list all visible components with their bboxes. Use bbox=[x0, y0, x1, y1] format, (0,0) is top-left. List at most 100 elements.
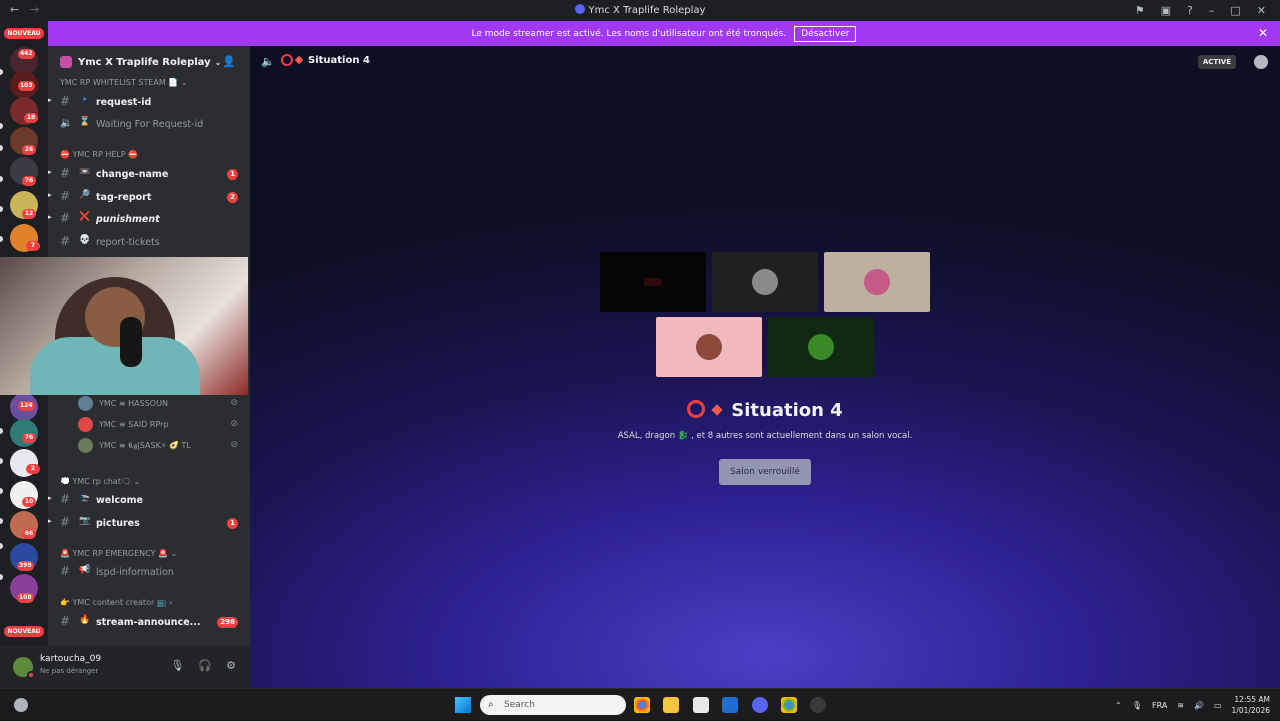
dnd-status-icon bbox=[27, 671, 35, 679]
window-icon[interactable]: ▣ bbox=[1161, 4, 1171, 17]
cross-icon: ❌ bbox=[79, 212, 91, 222]
channel-pictures[interactable]: ▸ # 📷 pictures 1 bbox=[48, 513, 250, 533]
channel-punishment[interactable]: ▸ # ❌ punishment bbox=[48, 209, 250, 229]
channel-change-name[interactable]: ▸ # 📼 change-name 1 bbox=[48, 164, 250, 184]
minimize-icon[interactable]: – bbox=[1209, 4, 1215, 17]
channel-stream-announce[interactable]: # 🔥 stream-announce... 298 bbox=[48, 612, 250, 632]
close-icon[interactable]: ✕ bbox=[1257, 4, 1266, 17]
megaphone-icon: 📢 bbox=[79, 565, 91, 575]
expand-arrow-icon: ▸ bbox=[48, 168, 52, 176]
speaker-icon: 🔉 bbox=[60, 118, 73, 129]
unread-pill bbox=[0, 206, 3, 212]
server-header[interactable]: Ymc X Traplife Roleplay ⌄ 👤 bbox=[48, 46, 250, 78]
app-icon[interactable] bbox=[810, 697, 826, 713]
channel-report-tickets[interactable]: # 💀 report-tickets bbox=[48, 232, 250, 252]
user-status: Ne pas déranger bbox=[40, 667, 99, 675]
language-indicator[interactable]: FRA bbox=[1152, 701, 1167, 710]
gear-icon[interactable]: ⚙ bbox=[226, 659, 236, 672]
weather-icon[interactable] bbox=[14, 698, 28, 712]
close-icon[interactable]: ✕ bbox=[1258, 26, 1268, 40]
active-badge[interactable]: ACTIVÉ bbox=[1197, 55, 1236, 69]
category-help[interactable]: ⛔ YMC RP HELP ⛔ bbox=[60, 150, 138, 159]
battery-icon[interactable]: ▭ bbox=[1214, 701, 1222, 710]
wifi-icon[interactable]: ≋ bbox=[1177, 701, 1184, 710]
category-whitelist[interactable]: YMC RP WHITELIST STEAM 📄 ⌄ bbox=[60, 78, 188, 87]
voice-user[interactable]: YMC ≡ SAID RPrp ⊘ bbox=[78, 415, 250, 435]
participant-tile[interactable] bbox=[768, 317, 874, 377]
no-entry-icon bbox=[687, 400, 706, 418]
channel-request-id[interactable]: ▸ # 🔹 request-id bbox=[48, 92, 250, 112]
channel-name: Waiting For Request-id bbox=[96, 119, 204, 130]
mention-badge: 399 bbox=[17, 561, 34, 571]
category-chat[interactable]: 💭 YMC rp chat🗨 ⌄ bbox=[60, 477, 140, 486]
channel-lspd-information[interactable]: # 📢 lspd-information bbox=[48, 562, 250, 582]
server-icon bbox=[60, 56, 72, 68]
volume-icon[interactable]: 🔊 bbox=[1194, 701, 1204, 710]
avatar bbox=[78, 438, 93, 453]
mention-badge: 18 bbox=[24, 113, 38, 123]
voice-channel-waiting[interactable]: 🔉 ⌛ Waiting For Request-id bbox=[48, 114, 250, 134]
discord-logo-icon bbox=[574, 4, 585, 14]
unread-badge: 1 bbox=[227, 169, 238, 180]
window-title: Ymc X Traplife Roleplay bbox=[0, 4, 1280, 16]
mention-badge: 66 bbox=[22, 529, 36, 539]
camera-icon: 📷 bbox=[79, 516, 91, 526]
chevron-up-icon[interactable]: ⌃ bbox=[1115, 701, 1122, 710]
channel-name: welcome bbox=[96, 495, 143, 506]
disable-streamer-button[interactable]: Désactiver bbox=[794, 25, 857, 42]
microphone-icon[interactable]: 🎙 bbox=[170, 659, 184, 672]
more-icon[interactable] bbox=[1254, 55, 1268, 69]
mail-icon[interactable] bbox=[722, 697, 738, 713]
channel-name: lspd-information bbox=[96, 567, 174, 578]
channel-title: Situation 4 bbox=[308, 55, 370, 66]
windows-start-icon[interactable] bbox=[455, 697, 471, 713]
voice-user[interactable]: YMC ≡ 𝕮𝖌|SASK⚡ 🥑 TL ⊘ bbox=[78, 436, 250, 456]
store-icon[interactable] bbox=[693, 697, 709, 713]
new-badge: NOUVEAU bbox=[4, 626, 44, 637]
mention-badge: 103 bbox=[18, 81, 35, 91]
chrome-icon[interactable] bbox=[634, 697, 650, 713]
maximize-icon[interactable]: □ bbox=[1230, 4, 1240, 17]
skull-icon: 💀 bbox=[79, 235, 91, 245]
chrome-icon[interactable] bbox=[781, 697, 797, 713]
participant-tile[interactable] bbox=[600, 252, 706, 312]
voice-user[interactable]: YMC ≡ HASSOUN ⊘ bbox=[78, 394, 250, 414]
category-emergency[interactable]: 🚨 YMC RP EMERGENCY 🚨 ⌄ bbox=[60, 549, 177, 558]
category-creator[interactable]: 👉 YMC content creator 📺 › bbox=[60, 598, 173, 607]
help-icon[interactable]: ? bbox=[1187, 4, 1193, 17]
channel-name: request-id bbox=[96, 97, 152, 108]
avatar bbox=[752, 269, 778, 295]
mention-badge: 2 bbox=[26, 464, 40, 474]
expand-arrow-icon: ▸ bbox=[48, 494, 52, 502]
username[interactable]: kartoucha_09 bbox=[40, 654, 101, 664]
expand-arrow-icon: ▸ bbox=[48, 213, 52, 221]
participant-tile[interactable] bbox=[824, 252, 930, 312]
expand-arrow-icon: ▸ bbox=[48, 517, 52, 525]
participant-tile[interactable] bbox=[712, 252, 818, 312]
mention-badge: 108 bbox=[17, 593, 34, 603]
taskbar-search[interactable]: ⌕ Search bbox=[480, 695, 626, 715]
hash-icon: # bbox=[60, 614, 71, 628]
unread-pill bbox=[0, 574, 3, 580]
muted-mic-icon: ⊘ bbox=[230, 419, 238, 429]
channel-welcome[interactable]: ▸ # 🛬 welcome bbox=[48, 490, 250, 510]
locked-channel-button[interactable]: Salon verrouillé bbox=[719, 459, 811, 485]
channel-name: stream-announce... bbox=[96, 617, 201, 628]
system-tray: ⌃ 🎙 FRA ≋ 🔊 ▭ 12:55 AM 1/01/2026 bbox=[1115, 689, 1270, 721]
hash-icon: # bbox=[60, 234, 71, 248]
mention-badge: 442 bbox=[18, 49, 35, 59]
microphone-icon[interactable]: 🎙 bbox=[1132, 701, 1142, 710]
mention-badge: 7 bbox=[26, 241, 40, 251]
headphones-icon[interactable]: 🎧 bbox=[198, 659, 212, 672]
invite-icon[interactable]: 👤 bbox=[222, 55, 236, 68]
unread-pill bbox=[0, 543, 3, 549]
participant-tile[interactable] bbox=[656, 317, 762, 377]
voice-user-name: YMC ≡ SAID RPrp bbox=[99, 420, 169, 429]
channel-tag-report[interactable]: ▸ # 🔎 tag-report 2 bbox=[48, 187, 250, 207]
expand-arrow-icon: ▸ bbox=[48, 96, 52, 104]
file-explorer-icon[interactable] bbox=[663, 697, 679, 713]
clock[interactable]: 12:55 AM 1/01/2026 bbox=[1232, 694, 1270, 716]
inbox-icon[interactable]: ⚑ bbox=[1135, 4, 1145, 17]
discord-icon[interactable] bbox=[752, 697, 768, 713]
avatar bbox=[696, 334, 722, 360]
